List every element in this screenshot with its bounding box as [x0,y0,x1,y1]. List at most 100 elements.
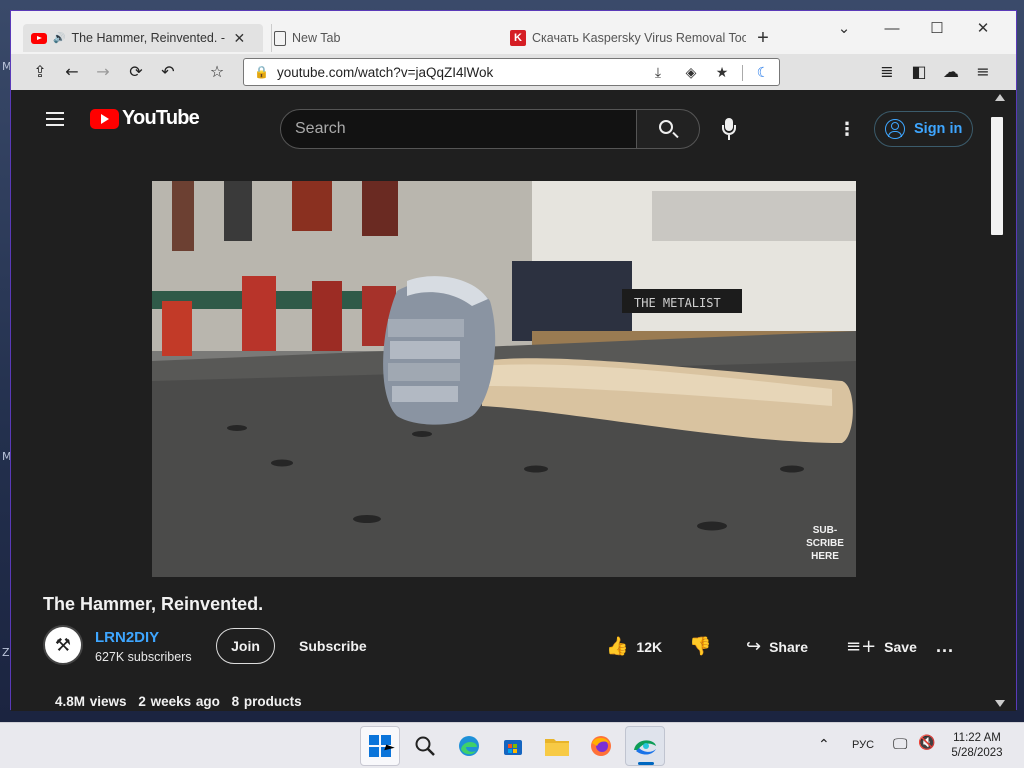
like-button[interactable]: 👍 12K [606,636,662,657]
favorite-star-icon[interactable]: ★ [711,62,733,84]
subscribe-button[interactable]: Subscribe [299,638,367,654]
minimize-button[interactable]: — [877,17,907,41]
desktop-icon-label: Z [2,646,10,659]
back-icon[interactable]: ← [61,61,83,83]
search-icon [415,736,435,756]
browser-toolbar: ⇪ ← → ⟳ ↶ ☆ 🔒 youtube.com/watch?v=jaQqZI… [11,54,1016,90]
running-indicator [638,762,654,765]
scroll-down-arrow-icon[interactable] [995,700,1005,707]
more-actions-button[interactable]: ... [936,636,954,657]
address-bar[interactable]: 🔒 youtube.com/watch?v=jaQqZI4lWok ⤓ ◈ ★ … [243,58,780,86]
thumbs-up-icon: 👍 [606,636,629,657]
tab-title: The Hammer, Reinvented. - YouTube [71,31,227,45]
maximize-button[interactable]: ☐ [922,17,952,41]
settings-more-icon[interactable]: ⋮ [837,120,857,140]
system-clock[interactable]: 11:22 AM 5/28/2023 [942,731,1012,761]
tab-kaspersky[interactable]: K Скачать Kaspersky Virus Removal Tool [506,24,746,52]
youtube-favicon-icon [31,32,47,44]
user-icon [885,119,905,139]
scroll-up-arrow-icon[interactable] [995,94,1005,101]
save-button[interactable]: ≡+ Save [846,636,917,657]
speaker-icon[interactable]: 🔊 [53,33,65,44]
volume-muted-icon[interactable]: 🔇 [918,735,935,751]
start-button[interactable] [360,726,400,766]
kaspersky-favicon-icon: K [510,30,526,46]
tab-title: Скачать Kaspersky Virus Removal Tool [532,31,746,45]
youtube-header: YouTube ⋮ Sign in [11,90,986,150]
search-button[interactable] [636,109,700,149]
tab-search-dropdown-icon[interactable]: ⌄ [829,17,859,41]
input-language-indicator[interactable]: РУС [852,739,874,751]
tab-new-tab[interactable]: New Tab [271,24,501,52]
taskbar-firefox[interactable] [581,726,621,766]
upload-age: 2 weeks ago [138,694,220,709]
video-title: The Hammer, Reinvented. [43,594,264,614]
video-frame: THE METALIST [152,181,856,577]
install-icon[interactable]: ⤓ [647,62,669,84]
bookmark-star-icon[interactable]: ☆ [206,61,228,83]
search-box [280,109,637,149]
subscriber-count: 627K subscribers [95,650,192,664]
download-page-icon[interactable]: ⇪ [29,61,51,83]
thumbs-down-icon: 👎 [689,636,712,657]
tab-youtube[interactable]: 🔊 The Hammer, Reinvented. - YouTube ✕ [23,24,263,52]
video-metadata: 4.8M views 2 weeks ago 8 products [55,694,309,709]
sign-in-label: Sign in [914,121,963,137]
new-tab-button[interactable]: + [751,27,775,51]
layers-icon[interactable]: ◈ [680,62,702,84]
search-input[interactable] [295,118,625,140]
taskbar: ⌃ РУС 🖵 🔇 11:22 AM 5/28/2023 [0,722,1024,768]
page-scrollbar[interactable] [988,90,1016,711]
clock-date: 5/28/2023 [951,747,1003,759]
browser-window: 🔊 The Hammer, Reinvented. - YouTube ✕ Ne… [10,10,1017,711]
dislike-button[interactable]: 👎 [689,636,719,657]
clock-time: 11:22 AM [953,732,1001,744]
save-label: Save [884,638,917,655]
close-tab-icon[interactable]: ✕ [233,30,245,47]
tab-strip: 🔊 The Hammer, Reinvented. - YouTube ✕ Ne… [11,11,1016,54]
sidebar-icon[interactable]: ◧ [908,61,930,83]
close-window-button[interactable]: ✕ [968,17,998,41]
browser-app-icon [634,740,656,755]
firefox-icon [591,736,611,756]
cloud-upload-icon[interactable]: ☁ [940,61,962,83]
products-count[interactable]: 8 products [232,694,302,709]
youtube-page: YouTube ⋮ Sign in [11,90,1016,711]
taskbar-file-explorer[interactable] [537,726,577,766]
video-player[interactable]: THE METALIST SUB- SCRIBE HERE [152,181,856,577]
url-text[interactable]: youtube.com/watch?v=jaQqZI4lWok [277,65,493,80]
taskbar-active-browser[interactable] [625,726,665,766]
forward-icon[interactable]: → [92,61,114,83]
channel-avatar[interactable]: ⚒ [43,625,83,665]
network-icon[interactable]: 🖵 [893,735,907,753]
subscribe-overlay: SUB- SCRIBE HERE [806,525,844,562]
share-arrow-icon: ↪ [746,636,762,657]
youtube-logo[interactable]: YouTube [90,107,200,130]
youtube-play-icon [90,108,119,129]
sign-in-button[interactable]: Sign in [874,111,973,147]
logo-text: YouTube [122,107,200,129]
reading-list-icon[interactable]: ≣ [876,61,898,83]
tray-overflow-chevron-icon[interactable]: ⌃ [818,737,830,753]
playlist-add-icon: ≡+ [846,636,877,657]
voice-search-mic-icon[interactable] [718,118,740,142]
reload-icon[interactable]: ⟳ [125,61,147,83]
desktop-icon-label: M [2,60,12,73]
undo-close-icon[interactable]: ↶ [157,61,179,83]
tab-title: New Tab [292,31,341,45]
dark-mode-moon-icon[interactable]: ☾ [752,62,774,84]
scroll-thumb[interactable] [991,117,1003,235]
taskbar-edge[interactable] [449,726,489,766]
wall-sign-text: THE METALIST [634,296,721,310]
menu-icon[interactable]: ≡ [972,61,994,83]
taskbar-store[interactable] [493,726,533,766]
page-icon [274,30,286,46]
share-button[interactable]: ↪ Share [746,636,808,657]
folder-icon [545,739,569,756]
hamburger-menu-icon[interactable] [46,112,64,126]
taskbar-search[interactable] [405,726,445,766]
search-icon [659,120,673,134]
channel-name[interactable]: LRN2DIY [95,629,159,646]
join-button[interactable]: Join [216,628,275,664]
desktop-icon-label: M [2,450,12,463]
